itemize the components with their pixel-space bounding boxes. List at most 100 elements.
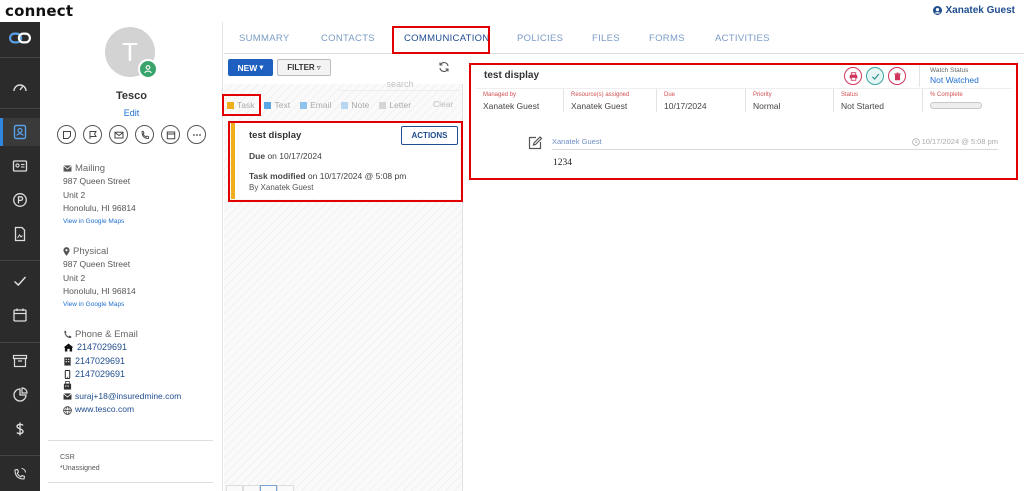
rail-tasks[interactable] [0, 267, 40, 295]
complete-button[interactable] [866, 67, 884, 85]
physical-map-link[interactable]: View in Google Maps [63, 298, 136, 311]
filter-email[interactable]: Email [300, 100, 331, 110]
pager [226, 485, 296, 491]
watch-status[interactable]: Watch Status Not Watched [919, 65, 979, 87]
schedule-button[interactable] [161, 125, 180, 144]
tab-activities[interactable]: ACTIVITIES [715, 33, 770, 44]
home-phone: 2147029691 [77, 342, 128, 353]
filter-task[interactable]: Task [227, 100, 254, 110]
email-row[interactable]: suraj+18@insuredmine.com [63, 390, 181, 403]
pie-chart-icon [13, 387, 28, 402]
tab-communication[interactable]: COMMUNICATION [404, 33, 490, 44]
text-swatch [264, 101, 272, 109]
dollar-icon [16, 422, 24, 436]
website-row[interactable]: www.tesco.com [63, 403, 181, 416]
left-rail [0, 22, 40, 491]
link-logo-icon [9, 32, 31, 44]
task-card[interactable]: test display ACTIONS Due on 10/17/2024 T… [231, 123, 460, 199]
rail-logo-button[interactable] [0, 22, 40, 54]
id-card-icon [12, 160, 28, 172]
more-button[interactable] [187, 125, 206, 144]
field-resources: Resource(s) assigned Xanatek Guest [564, 89, 657, 112]
task-modified-label: Task modified [249, 171, 306, 181]
task-detail-panel: test display Watch Status Not Watched Ma… [471, 65, 1016, 178]
user-menu[interactable]: Xanatek Guest [932, 5, 1015, 16]
edit-note-icon[interactable] [527, 135, 543, 151]
work-phone-row[interactable]: 2147029691 [63, 355, 181, 368]
print-icon [849, 71, 857, 81]
search-input[interactable] [340, 78, 460, 91]
complete-progress-bar [930, 102, 982, 109]
contact-name: Tesco [116, 90, 147, 102]
mobile-phone: 2147029691 [75, 368, 126, 379]
rail-archive[interactable] [0, 347, 40, 375]
physical-line1: 987 Queen Street [63, 259, 131, 270]
rail-reports[interactable] [0, 381, 40, 409]
call-button[interactable] [135, 125, 154, 144]
home-icon [63, 343, 74, 352]
delete-button[interactable] [888, 67, 906, 85]
field-label: Managed by [483, 92, 517, 98]
user-name: Xanatek Guest [945, 5, 1015, 16]
document-icon [14, 226, 26, 242]
pager-prev[interactable] [226, 485, 243, 491]
rail-billing[interactable] [0, 415, 40, 443]
filter-email-label: Email [310, 100, 332, 110]
task-actions-button[interactable]: ACTIONS [401, 126, 458, 145]
rail-dashboard[interactable] [0, 74, 40, 102]
rail-documents[interactable] [0, 220, 40, 248]
field-value: Not Started [841, 101, 884, 111]
user-icon [932, 6, 942, 15]
pager-next[interactable] [277, 485, 294, 491]
note-timestamp: 10/17/2024 @ 5:08 pm [911, 137, 998, 146]
filter-button[interactable]: FILTER ▿ [277, 59, 331, 76]
tab-policies[interactable]: POLICIES [517, 33, 563, 44]
rail-id-card[interactable] [0, 152, 40, 180]
rail-calendar[interactable] [0, 301, 40, 329]
p-circle-icon [13, 193, 27, 207]
tab-summary[interactable]: SUMMARY [239, 33, 290, 44]
clear-filters-link[interactable]: Clear [433, 99, 453, 109]
add-note-button[interactable] [57, 125, 76, 144]
note-timestamp-text: 10/17/2024 @ 5:08 pm [921, 137, 998, 146]
new-button[interactable]: NEW ▾ [228, 59, 273, 76]
rail-phone[interactable] [0, 460, 40, 488]
tab-contacts[interactable]: CONTACTS [321, 33, 375, 44]
new-button-label: NEW [237, 62, 258, 73]
field-priority: Priority Normal [746, 89, 834, 112]
clock-icon [911, 137, 920, 146]
tab-files[interactable]: FILES [592, 33, 620, 44]
filter-text[interactable]: Text [264, 100, 290, 110]
rail-policies[interactable] [0, 186, 40, 214]
fax-icon [63, 381, 72, 390]
filter-note[interactable]: Note [341, 100, 369, 110]
pager-page[interactable] [243, 485, 260, 491]
rail-contacts[interactable] [0, 118, 40, 146]
pager-current[interactable] [260, 485, 277, 491]
filter-letter[interactable]: Letter [379, 100, 411, 110]
mailing-line3: Honolulu, HI 96814 [63, 202, 136, 213]
map-pin-icon [63, 247, 70, 257]
tab-forms[interactable]: FORMS [649, 33, 685, 44]
email-button[interactable] [109, 125, 128, 144]
watch-status-value: Not Watched [930, 75, 979, 85]
task-card-title: test display [249, 130, 302, 141]
mailing-map-link[interactable]: View in Google Maps [63, 215, 136, 228]
mobile-phone-row[interactable]: 2147029691 [63, 368, 181, 381]
note-icon [62, 130, 71, 139]
archive-icon [12, 354, 28, 368]
field-value: Normal [753, 101, 781, 111]
field-status: Status Not Started [834, 89, 923, 112]
task-author: By Xanatek Guest [249, 183, 314, 192]
divider [48, 482, 213, 483]
filter-letter-label: Letter [389, 100, 412, 110]
home-phone-row[interactable]: 2147029691 [63, 341, 181, 354]
filter-text-label: Text [274, 100, 291, 110]
edit-contact-link[interactable]: Edit [40, 108, 223, 118]
physical-line2: Unit 2 [63, 272, 86, 283]
mobile-icon [64, 370, 71, 380]
flag-button[interactable] [83, 125, 102, 144]
refresh-icon[interactable] [438, 61, 450, 73]
calendar-icon [13, 308, 27, 322]
print-button[interactable] [844, 67, 862, 85]
